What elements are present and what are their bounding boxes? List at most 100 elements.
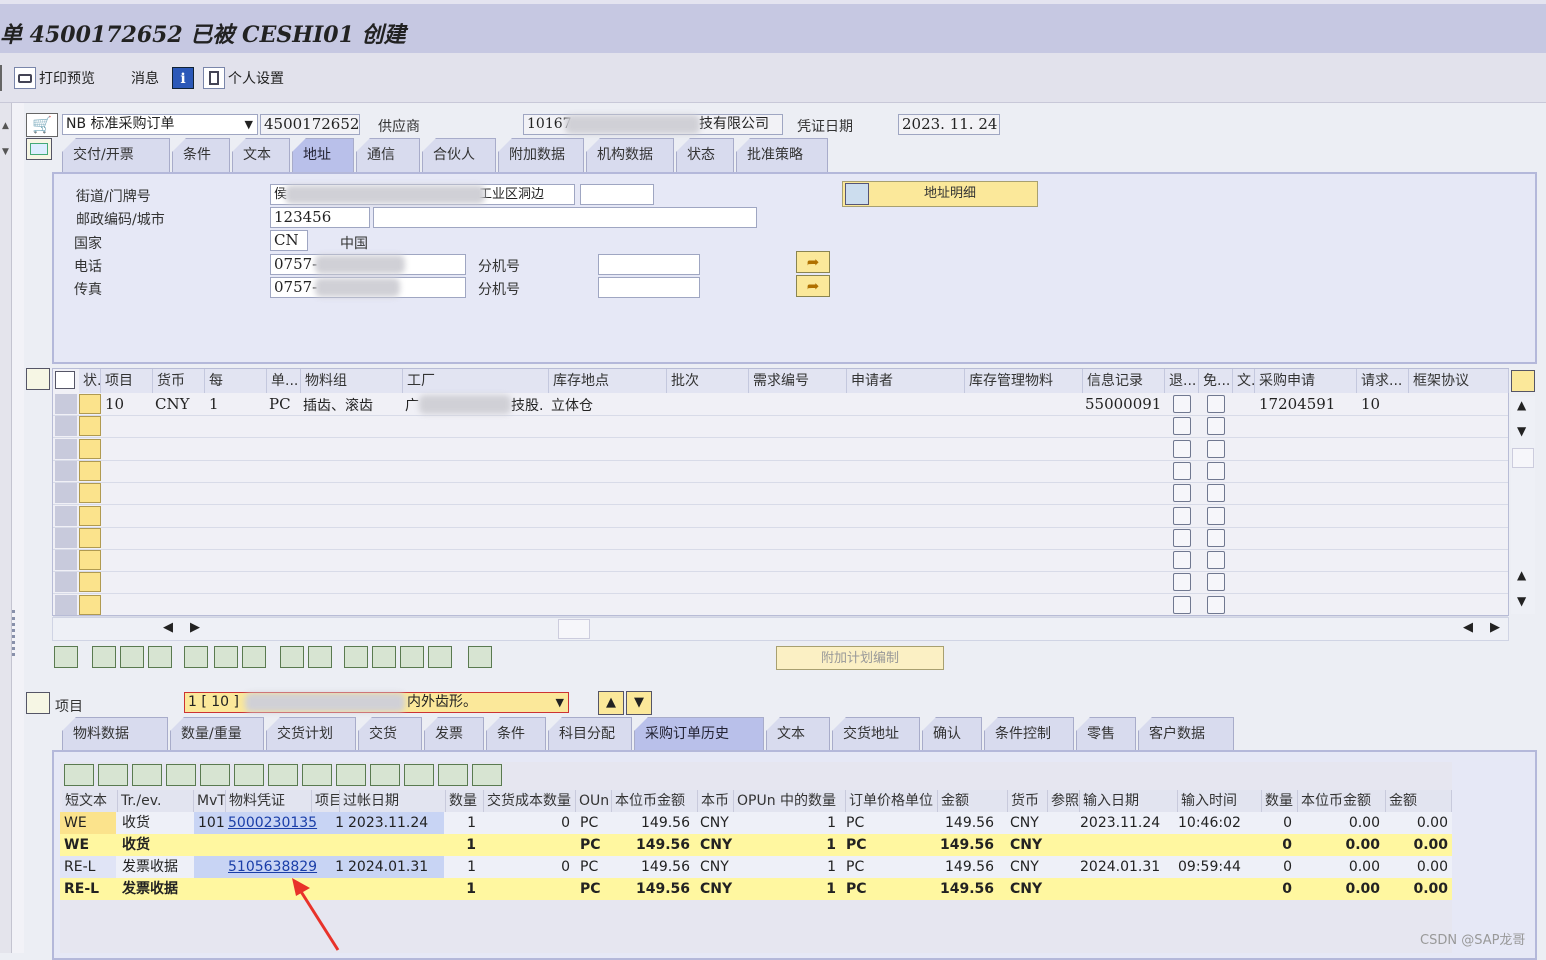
select-all-icon[interactable] — [92, 646, 116, 668]
return-checkbox[interactable] — [1173, 551, 1191, 570]
history-col-header[interactable]: 订单价格单位 — [846, 790, 938, 812]
messages-button[interactable]: 消息 — [131, 65, 159, 91]
tab-item-3[interactable]: 交货 — [358, 717, 422, 751]
history-row[interactable]: WE 收货 101 5000230135 1 2023.11.24 1 0 PC 149.56 CN… — [60, 812, 1452, 834]
free-item-checkbox[interactable] — [1207, 551, 1225, 570]
free-item-checkbox[interactable] — [1207, 506, 1225, 525]
splitter-handle[interactable] — [12, 610, 16, 656]
chart-icon[interactable] — [370, 764, 400, 786]
row-marker[interactable] — [55, 394, 77, 414]
return-checkbox[interactable] — [1173, 528, 1191, 547]
previous-item-button[interactable]: ▲ — [598, 691, 624, 715]
history-row[interactable]: WE 收货 1 PC 149.56 CNY 1 PC 149.56 CNY 0 0.00 0.00 — [60, 834, 1452, 856]
items-col-header[interactable]: 退... — [1165, 369, 1199, 393]
lock-icon[interactable] — [214, 646, 238, 668]
items-col-header[interactable]: 货币 — [153, 369, 205, 393]
postal-code-field[interactable]: 123456 — [270, 207, 370, 228]
forward-arrow-icon[interactable]: ➦ — [796, 275, 830, 297]
tab-item-6[interactable]: 科目分配 — [548, 717, 632, 751]
city-field[interactable] — [373, 207, 757, 228]
tab-header-5[interactable]: 合伙人 — [422, 138, 496, 172]
row-marker[interactable] — [55, 460, 77, 481]
history-col-header[interactable]: 输入日期 — [1080, 790, 1178, 812]
deselect-icon[interactable] — [120, 646, 144, 668]
tab-item-10[interactable]: 确认 — [922, 717, 982, 751]
items-col-header[interactable]: 框架协议 — [1409, 369, 1509, 393]
return-checkbox[interactable] — [1173, 395, 1191, 413]
row-marker[interactable] — [55, 416, 77, 437]
items-horizontal-scrollbar[interactable]: ◀ ▶ ◀ ▶ — [52, 617, 1509, 641]
row-select-cell[interactable] — [79, 416, 101, 437]
items-col-header[interactable]: 每 — [205, 369, 267, 393]
return-checkbox[interactable] — [1173, 506, 1191, 525]
return-checkbox[interactable] — [1173, 595, 1191, 614]
tab-item-8[interactable]: 文本 — [766, 717, 830, 751]
refresh-icon[interactable] — [438, 764, 468, 786]
history-col-header[interactable]: 项目 — [312, 790, 340, 812]
row-marker[interactable] — [55, 483, 77, 504]
items-col-header[interactable]: 申请者 — [847, 369, 965, 393]
table-settings-icon[interactable] — [1511, 370, 1535, 392]
row-select-cell[interactable] — [79, 572, 101, 593]
filter-delete-icon[interactable] — [234, 764, 264, 786]
tab-item-2[interactable]: 交货计划 — [266, 717, 356, 751]
tab-header-1[interactable]: 条件 — [172, 138, 230, 172]
tab-header-9[interactable]: 批准策略 — [736, 138, 828, 172]
material-doc-link[interactable]: 5000230135 — [228, 812, 317, 834]
tab-item-7[interactable]: 采购订单历史 — [634, 717, 764, 751]
free-item-checkbox[interactable] — [1207, 461, 1225, 480]
delete-icon[interactable] — [184, 646, 208, 668]
history-col-header[interactable]: 物料凭证 — [226, 790, 312, 812]
tab-item-4[interactable]: 发票 — [424, 717, 484, 751]
row-select-cell[interactable] — [79, 460, 101, 481]
items-col-header[interactable]: 工厂 — [403, 369, 549, 393]
tab-header-4[interactable]: 通信 — [356, 138, 420, 172]
row-select-cell[interactable] — [79, 394, 101, 414]
items-vertical-scrollbar[interactable]: ▲ ▼ ▲ ▼ — [1511, 396, 1535, 614]
schedule-button[interactable]: 附加计划编制 — [776, 646, 944, 670]
sync-icon[interactable] — [472, 764, 502, 786]
history-col-header[interactable]: 参照 — [1048, 790, 1080, 812]
history-col-header[interactable]: 数量 — [1262, 790, 1298, 812]
fax-ext-field[interactable] — [598, 277, 700, 298]
sort-desc-icon[interactable] — [372, 646, 396, 668]
forward-arrow-icon[interactable]: ➦ — [796, 251, 830, 273]
history-row[interactable]: RE-L 发票收据 5105638829 1 2024.01.31 1 0 PC 149.56 C… — [60, 856, 1452, 878]
free-item-checkbox[interactable] — [1207, 439, 1225, 458]
items-col-header[interactable]: 需求编号 — [749, 369, 847, 393]
tab-header-6[interactable]: 附加数据 — [498, 138, 584, 172]
items-col-header[interactable]: 状. — [79, 369, 101, 393]
copy-item-icon[interactable] — [280, 646, 304, 668]
history-row[interactable]: RE-L 发票收据 1 PC 149.56 CNY 1 PC 149.56 CNY 0 0.00 0.0… — [60, 878, 1452, 900]
return-checkbox[interactable] — [1173, 573, 1191, 592]
detail-magnifier-icon[interactable] — [54, 646, 78, 668]
row-marker[interactable] — [55, 527, 77, 548]
items-col-header[interactable]: 库存地点 — [549, 369, 667, 393]
items-col-header[interactable]: 文. — [1233, 369, 1255, 393]
free-item-checkbox[interactable] — [1207, 573, 1225, 592]
tab-item-9[interactable]: 交货地址 — [832, 717, 920, 751]
copy-icon[interactable] — [148, 646, 172, 668]
items-col-header[interactable]: 单... — [267, 369, 301, 393]
sort-desc-icon[interactable] — [132, 764, 162, 786]
expand-header-icon[interactable] — [26, 138, 52, 160]
hand-icon[interactable] — [468, 646, 492, 668]
row-marker[interactable] — [55, 594, 77, 615]
items-col-header[interactable]: 批次 — [667, 369, 749, 393]
free-item-checkbox[interactable] — [1207, 595, 1225, 614]
info-button[interactable]: i — [172, 65, 194, 91]
items-col-header[interactable]: 物料组 — [301, 369, 403, 393]
print-preview-button[interactable]: 打印预览 — [14, 65, 95, 91]
row-select-cell[interactable] — [79, 483, 101, 504]
export-icon[interactable] — [302, 764, 332, 786]
items-col-header[interactable]: 请求... — [1357, 369, 1409, 393]
row-select-cell[interactable] — [79, 438, 101, 459]
tab-header-8[interactable]: 状态 — [676, 138, 734, 172]
filter-icon[interactable] — [400, 646, 424, 668]
country-code-field[interactable]: CN — [270, 230, 308, 251]
items-col-header[interactable]: 免... — [1199, 369, 1233, 393]
return-checkbox[interactable] — [1173, 484, 1191, 503]
tab-item-12[interactable]: 零售 — [1076, 717, 1136, 751]
tab-header-0[interactable]: 交付/开票 — [62, 138, 170, 172]
tab-header-7[interactable]: 机构数据 — [586, 138, 674, 172]
